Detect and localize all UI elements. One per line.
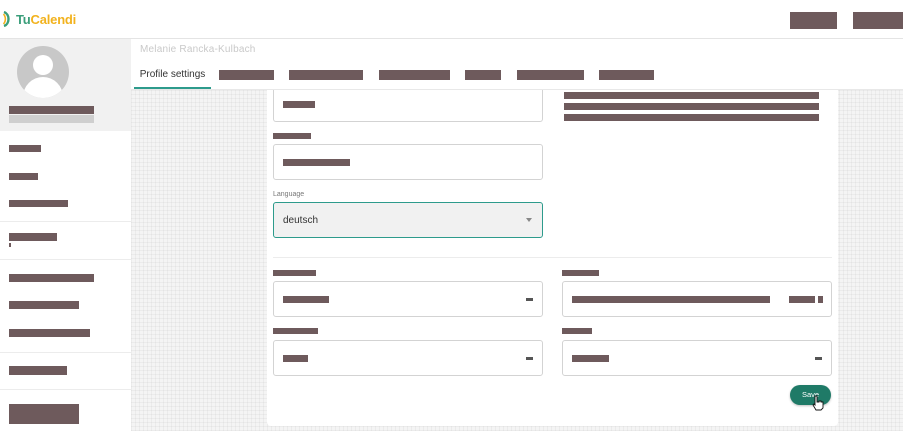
sidebar-divider <box>0 221 131 222</box>
sidebar-divider <box>0 389 131 390</box>
sidebar <box>0 39 131 431</box>
pointer-cursor-icon <box>812 395 824 411</box>
field-6[interactable] <box>562 340 832 376</box>
logo-text-tu: Tu <box>16 11 31 27</box>
info-text-line-1 <box>564 92 819 99</box>
field-6-label <box>562 328 592 334</box>
sidebar-item-3[interactable] <box>9 200 68 207</box>
app-logo[interactable]: TuCalendi <box>2 10 76 28</box>
header-button-2[interactable] <box>853 12 903 29</box>
field-4-label <box>562 270 599 276</box>
sidebar-item-5[interactable] <box>9 274 94 282</box>
minus-icon[interactable] <box>815 357 822 360</box>
language-select[interactable]: deutsch <box>273 202 543 238</box>
field-5[interactable] <box>273 340 543 376</box>
user-name: Melanie Rancka-Kulbach <box>140 44 256 55</box>
tab-3[interactable] <box>289 70 363 80</box>
sidebar-profile <box>0 39 131 131</box>
sidebar-item-6[interactable] <box>9 301 79 309</box>
sidebar-item-4[interactable] <box>9 233 57 241</box>
profile-field-2[interactable] <box>273 144 543 180</box>
field-4-value <box>572 296 770 303</box>
logo-text-calendi: Calendi <box>30 11 77 27</box>
language-label: Language <box>273 191 305 198</box>
logo-icon <box>2 11 10 27</box>
field-5-label <box>273 328 318 334</box>
tab-2[interactable] <box>219 70 274 80</box>
sidebar-item-4-marker <box>9 243 11 247</box>
profile-field-1-value <box>283 101 315 108</box>
field-3-label <box>273 270 316 276</box>
tab-7[interactable] <box>599 70 654 80</box>
field-3-value <box>283 296 329 303</box>
field-4-value-end <box>818 296 823 303</box>
profile-field-1[interactable] <box>273 90 543 122</box>
tab-6[interactable] <box>517 70 584 80</box>
sidebar-item-8[interactable] <box>9 366 67 375</box>
profile-field-2-label <box>273 133 311 139</box>
avatar-placeholder-icon[interactable] <box>17 46 69 98</box>
field-6-value <box>572 355 609 362</box>
top-bar: TuCalendi <box>0 0 903 39</box>
sidebar-item-2[interactable] <box>9 173 38 180</box>
profile-field-2-value <box>283 159 350 166</box>
sidebar-divider <box>0 259 131 260</box>
logo-text: TuCalendi <box>16 12 76 27</box>
minus-icon[interactable] <box>526 357 533 360</box>
sidebar-divider <box>0 352 131 353</box>
tab-4[interactable] <box>379 70 450 80</box>
tab-5[interactable] <box>465 70 501 80</box>
form-divider <box>273 257 832 258</box>
chevron-down-icon <box>526 218 532 222</box>
field-5-value <box>283 355 308 362</box>
info-text-line-3 <box>564 114 819 121</box>
sidebar-item-7[interactable] <box>9 329 90 337</box>
field-4-value-suffix <box>789 296 815 303</box>
sidebar-profile-name <box>9 106 94 114</box>
field-4[interactable] <box>562 281 832 317</box>
sidebar-item-9[interactable] <box>9 404 79 424</box>
sidebar-item-1[interactable] <box>9 145 41 152</box>
sidebar-profile-subtitle <box>9 115 94 123</box>
content-header: Melanie Rancka-Kulbach Profile settings <box>131 39 903 90</box>
minus-icon[interactable] <box>526 298 533 301</box>
field-3[interactable] <box>273 281 543 317</box>
info-text-line-2 <box>564 103 819 110</box>
tab-profile-settings[interactable]: Profile settings <box>134 62 211 89</box>
language-select-value: deutsch <box>283 215 319 226</box>
header-button-1[interactable] <box>790 12 837 29</box>
